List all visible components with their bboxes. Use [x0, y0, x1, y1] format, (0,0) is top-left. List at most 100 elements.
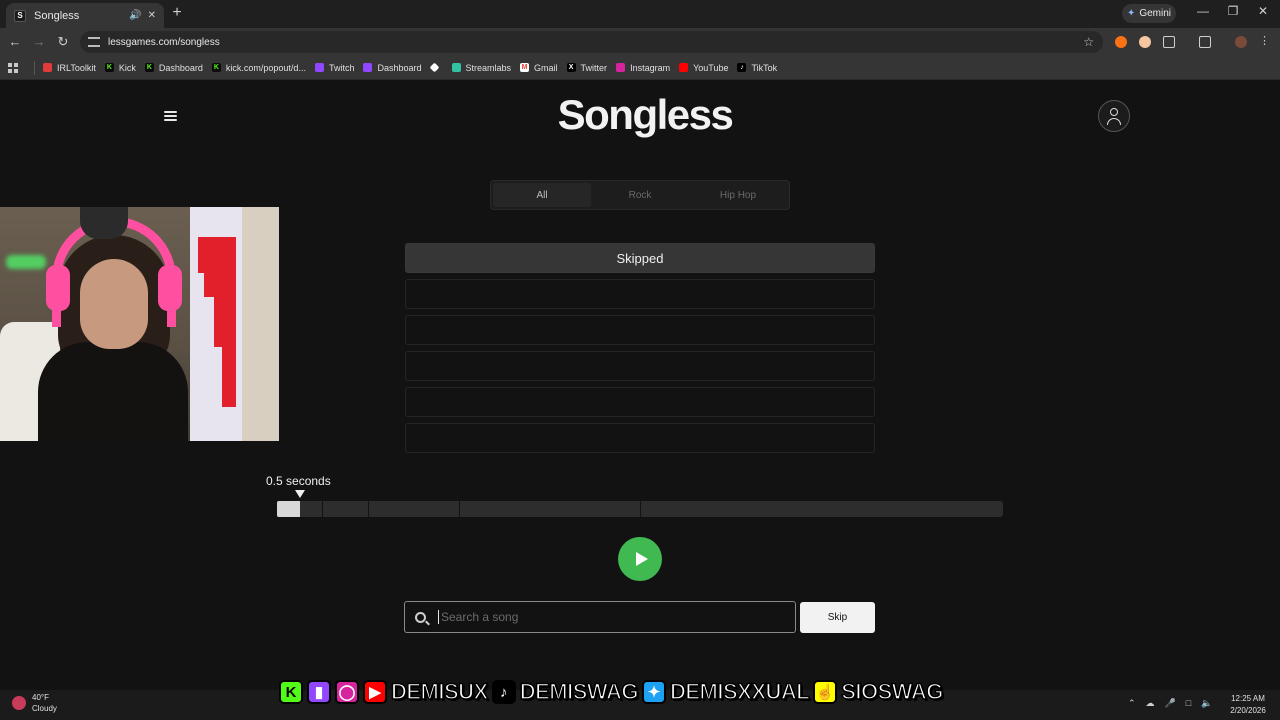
address-bar[interactable]: lessgames.com/songless ☆	[80, 31, 1103, 53]
instagram-icon	[616, 63, 626, 72]
search-icon	[415, 611, 426, 623]
user-profile-button[interactable]	[1098, 100, 1130, 132]
diamond-icon	[429, 62, 439, 73]
forward-icon[interactable]: →	[31, 34, 47, 50]
tiktok-icon: ♪	[491, 680, 516, 704]
bookmark-item[interactable]: Kkick.com/popout/d...	[211, 63, 306, 73]
pixel-art-panel	[190, 207, 242, 441]
song-search-box[interactable]	[404, 601, 796, 633]
webcam-overlay	[0, 207, 279, 441]
headset-earcup	[158, 265, 182, 311]
pixel-art-red-block	[198, 237, 236, 273]
webcam-green-light	[6, 255, 46, 269]
volume-icon[interactable]: 🔈	[1201, 698, 1212, 709]
minimize-icon[interactable]: —	[1188, 4, 1218, 18]
guess-slot	[405, 279, 875, 309]
network-icon[interactable]: □	[1186, 698, 1191, 709]
bookmark-item[interactable]: ♪ TikTok	[737, 63, 777, 73]
bookmark-item[interactable]: Dashboard	[363, 63, 422, 73]
webcam-person-body	[38, 342, 188, 441]
audio-timeline[interactable]	[277, 490, 1003, 517]
address-url: lessgames.com/songless	[108, 36, 220, 48]
bookmark-item[interactable]: X Twitter	[566, 63, 607, 73]
guess-slot	[405, 423, 875, 453]
bookmark-item[interactable]: IRLToolkit	[43, 63, 96, 73]
tab-hip-hop[interactable]: Hip Hop	[689, 183, 787, 207]
bookmark-item[interactable]: K Kick	[104, 63, 136, 73]
bookmark-item[interactable]: K Dashboard	[144, 63, 203, 73]
user-icon	[1110, 108, 1118, 116]
back-icon[interactable]: ←	[7, 34, 23, 50]
weather-icon	[12, 696, 26, 710]
headset-earcup	[46, 265, 70, 311]
twitter-icon: ✦	[641, 680, 666, 704]
genre-tabs: All Rock Hip Hop	[490, 180, 790, 210]
browser-tab-bar: S Songless 🔊 ✕ + ✦ Gemini — ❐ ✕	[0, 0, 1280, 28]
extensions-puzzle-icon[interactable]	[1163, 36, 1175, 48]
youtube-icon	[679, 63, 689, 72]
tab-all[interactable]: All	[493, 183, 591, 207]
tab-search-icon[interactable]	[1199, 36, 1211, 48]
speaker-icon[interactable]: 🔊	[129, 10, 141, 21]
browser-tab-songless[interactable]: S Songless 🔊 ✕	[6, 3, 164, 28]
browser-profile-avatar[interactable]	[1235, 36, 1247, 48]
guess-slot	[405, 387, 875, 417]
apps-grid-icon[interactable]	[8, 62, 18, 73]
weather-desc: Cloudy	[32, 704, 57, 713]
weather-temp: 40°F	[32, 693, 49, 702]
reload-icon[interactable]: ↻	[55, 34, 71, 50]
extension-icon[interactable]	[1139, 36, 1151, 48]
taskbar-clock[interactable]: 12:25 AM 2/20/2026	[1224, 693, 1272, 717]
extension-icon[interactable]	[1115, 36, 1127, 48]
twitch-icon: ▮	[307, 680, 331, 704]
browser-menu-icon[interactable]: ⋮	[1259, 35, 1271, 47]
skip-button[interactable]: Skip	[800, 602, 875, 633]
tray-chevron-icon[interactable]: ⌃	[1128, 698, 1136, 709]
timeline-segment	[323, 501, 368, 517]
gemini-button[interactable]: ✦ Gemini	[1122, 4, 1176, 23]
bookmark-item[interactable]: YouTube	[679, 63, 728, 73]
bookmark-item[interactable]: Twitch	[314, 63, 354, 73]
social-handles-banner: K ▮ ◯ ▶ DEMISUX ♪ DEMISWAG ✦ DEMISXXUAL …	[279, 676, 1006, 708]
restore-icon[interactable]: ❐	[1218, 4, 1248, 18]
tab-rock[interactable]: Rock	[591, 183, 689, 207]
handle-tiktok: DEMISWAG	[519, 678, 639, 705]
bookmark-item[interactable]	[429, 62, 443, 73]
bookmark-item[interactable]: M Gmail	[520, 63, 558, 73]
clock-date: 2/20/2026	[1230, 706, 1266, 715]
close-tab-icon[interactable]: ✕	[148, 10, 156, 21]
play-button[interactable]	[618, 537, 662, 581]
songless-favicon-icon: S	[14, 9, 26, 22]
guess-slot: Skipped	[405, 243, 875, 273]
timeline-segment	[368, 501, 459, 517]
kick-icon: K	[104, 63, 114, 72]
instagram-icon: ◯	[335, 680, 359, 704]
bookmarks-bar: IRLToolkit K Kick K Dashboard Kkick.com/po…	[0, 56, 1280, 80]
pixel-art-red-block	[222, 347, 236, 407]
kick-icon: K	[211, 63, 221, 72]
system-tray: ⌃ ☁ 🎤 □ 🔈	[1128, 698, 1212, 709]
site-info-icon[interactable]	[88, 37, 100, 47]
play-icon	[635, 552, 648, 566]
bookmark-star-icon[interactable]: ☆	[1083, 35, 1094, 49]
bookmark-item[interactable]: Instagram	[616, 63, 670, 73]
bookmark-item[interactable]: Streamlabs	[451, 63, 511, 73]
weather-widget[interactable]: 40°F Cloudy	[12, 692, 57, 714]
cloud-icon[interactable]: ☁	[1146, 698, 1155, 709]
timeline-marker-icon	[294, 490, 305, 498]
tiktok-icon: ♪	[737, 63, 747, 72]
new-tab-button[interactable]: +	[170, 5, 184, 21]
twitch-icon	[363, 63, 373, 72]
gmail-icon: M	[520, 63, 530, 72]
song-search-input[interactable]	[438, 610, 795, 624]
gemini-spark-icon: ✦	[1126, 8, 1136, 19]
irltoolkit-icon	[43, 63, 52, 72]
seconds-label: 0.5 seconds	[266, 474, 331, 488]
snapchat-icon: ☝	[813, 680, 838, 704]
pixel-art-red-block	[204, 273, 236, 297]
mic-icon[interactable]: 🎤	[1165, 698, 1176, 709]
timeline-segment	[641, 501, 1003, 517]
handle-youtube: DEMISUX	[390, 678, 489, 705]
close-window-icon[interactable]: ✕	[1248, 4, 1278, 18]
user-icon-body	[1107, 118, 1121, 125]
